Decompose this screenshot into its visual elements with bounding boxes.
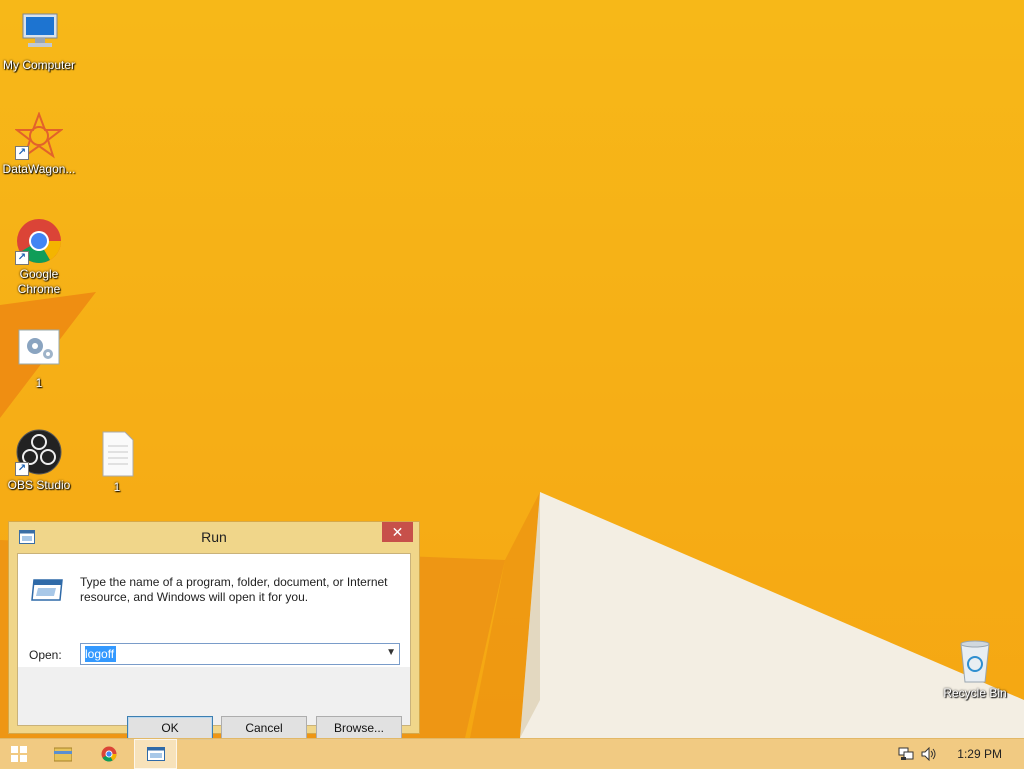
- computer-icon: [15, 8, 63, 56]
- run-icon: [147, 747, 165, 766]
- desktop-icon-label: 1: [113, 480, 121, 494]
- taskbar-run[interactable]: [134, 739, 177, 769]
- run-dialog-title: Run: [201, 529, 227, 545]
- run-description: Type the name of a program, folder, docu…: [80, 575, 388, 604]
- taskbar-file-explorer[interactable]: [42, 739, 82, 769]
- start-button[interactable]: [0, 739, 40, 769]
- obs-icon: ↗: [15, 428, 63, 476]
- open-combobox[interactable]: ▼: [80, 643, 400, 665]
- text-file-icon: [93, 430, 141, 478]
- desktop-icon-datawagon[interactable]: ↗ DataWagon...: [0, 111, 79, 177]
- desktop-icon-my-computer[interactable]: My Computer: [0, 8, 79, 73]
- desktop-icon-label: Recycle Bin: [943, 686, 1007, 700]
- taskbar: 1:29 PM: [0, 738, 1024, 769]
- chevron-down-icon[interactable]: ▼: [386, 647, 396, 658]
- start-icon: [11, 746, 27, 767]
- shortcut-arrow-icon: ↗: [15, 251, 29, 265]
- run-dialog-body: Type the name of a program, folder, docu…: [17, 553, 411, 740]
- network-icon[interactable]: [898, 747, 914, 766]
- ok-button[interactable]: OK: [127, 716, 213, 740]
- desktop-icon-obs-studio[interactable]: ↗ OBS Studio: [0, 428, 79, 493]
- open-label: Open:: [29, 648, 62, 662]
- shortcut-arrow-icon: ↗: [15, 146, 29, 160]
- datawagon-icon: ↗: [14, 111, 64, 160]
- close-button[interactable]: ✕: [382, 522, 413, 542]
- desktop-icon-label: My Computer: [2, 58, 76, 72]
- browse-button[interactable]: Browse...: [316, 716, 402, 740]
- desktop-icon-text-file[interactable]: 1: [77, 430, 157, 495]
- desktop-icon-label: DataWagon...: [2, 162, 76, 176]
- desktop-icon-settings-file[interactable]: 1: [0, 326, 79, 391]
- volume-icon[interactable]: [921, 746, 937, 766]
- file-explorer-icon: [53, 746, 73, 767]
- run-dialog: Run ✕ Type the name of a program, folder…: [8, 521, 420, 740]
- taskbar-chrome[interactable]: [89, 739, 129, 769]
- run-program-icon: [30, 578, 64, 607]
- settings-file-icon: [15, 326, 63, 374]
- open-input[interactable]: [82, 645, 375, 663]
- chrome-icon: [101, 746, 117, 767]
- recycle-bin-icon: [951, 636, 999, 684]
- chrome-icon: ↗: [15, 217, 63, 265]
- taskbar-clock[interactable]: 1:29 PM: [957, 747, 1002, 761]
- desktop-icon-google-chrome[interactable]: ↗ Google Chrome: [0, 217, 79, 297]
- cancel-button[interactable]: Cancel: [221, 716, 307, 740]
- desktop-icon-label: OBS Studio: [7, 478, 71, 492]
- desktop-icon-label: 1: [35, 376, 43, 390]
- desktop-icon-recycle-bin[interactable]: Recycle Bin: [935, 636, 1015, 701]
- desktop-icon-label: Google Chrome: [17, 267, 61, 296]
- shortcut-arrow-icon: ↗: [15, 462, 29, 476]
- run-titlebar[interactable]: Run ✕: [9, 522, 419, 552]
